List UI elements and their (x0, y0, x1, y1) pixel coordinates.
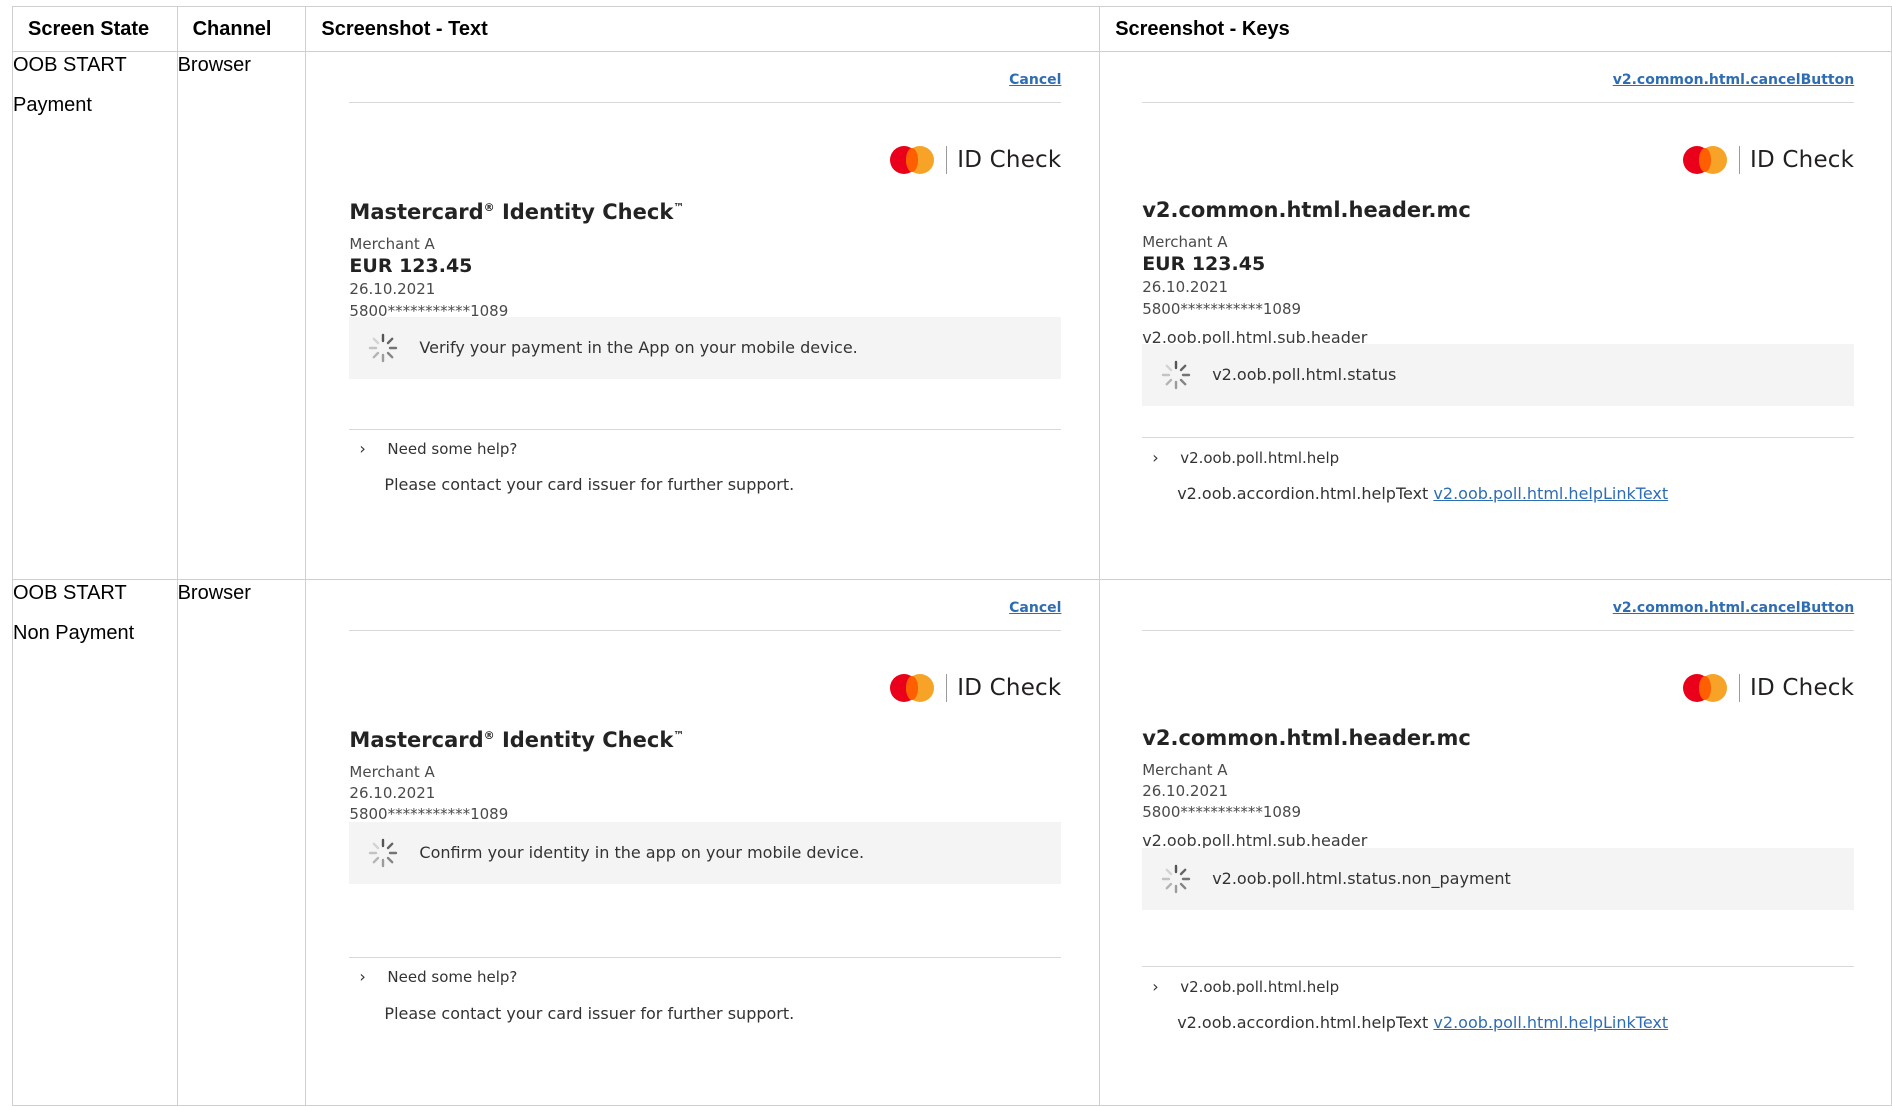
screenshot-text-cell: Cancel ID Check Mastercard® Identity Che… (305, 579, 1101, 1106)
brand-separator (946, 674, 948, 702)
help-text: v2.oob.accordion.html.helpText v2.oob.po… (1177, 484, 1669, 503)
brand-separator (946, 146, 948, 174)
status-box: v2.oob.poll.html.status.non_payment (1142, 848, 1855, 910)
id-check-label: ID Check (957, 675, 1062, 701)
mastercard-logo-icon (890, 674, 935, 702)
status-text: v2.oob.poll.html.status.non_payment (1212, 869, 1511, 888)
help-accordion-toggle[interactable]: › v2.oob.poll.html.help (1142, 977, 1339, 996)
id-check-brand: ID Check (1683, 144, 1854, 176)
acs-keys-panel: v2.common.html.cancelButton ID Check v2.… (1142, 52, 1855, 579)
spinner-icon (1161, 864, 1191, 894)
merchant-name: Merchant A (349, 235, 435, 253)
mastercard-logo-icon (890, 146, 935, 174)
id-check-label: ID Check (1750, 147, 1855, 173)
screenshot-text-cell: Cancel ID Check Mastercard® Identity Che… (305, 51, 1101, 580)
amount: EUR 123.45 (1142, 253, 1266, 275)
channel-cell: Browser (176, 579, 307, 1106)
help-link[interactable]: v2.oob.poll.html.helpLinkText (1433, 484, 1668, 503)
help-accordion-toggle[interactable]: › Need some help? (349, 967, 517, 986)
amount: EUR 123.45 (349, 255, 473, 277)
status-box: v2.oob.poll.html.status (1142, 344, 1855, 406)
divider (1142, 966, 1855, 967)
id-check-label: ID Check (957, 147, 1062, 173)
status-text: v2.oob.poll.html.status (1212, 365, 1397, 384)
chevron-right-icon: › (1152, 977, 1159, 996)
id-check-label: ID Check (1750, 675, 1855, 701)
help-label: v2.oob.poll.html.help (1180, 449, 1340, 467)
brand-separator (1739, 146, 1741, 174)
chevron-right-icon: › (359, 967, 366, 986)
header-screenshot-text: Screenshot - Text (305, 6, 1101, 52)
help-text: Please contact your card issuer for furt… (384, 1004, 795, 1023)
help-link[interactable]: v2.oob.poll.html.helpLinkText (1433, 1013, 1668, 1032)
screen-state-cell: OOB START Payment (12, 51, 178, 580)
header-screenshot-keys: Screenshot - Keys (1099, 6, 1892, 52)
spinner-icon (369, 333, 398, 363)
help-label: Need some help? (387, 968, 518, 986)
page-title: Mastercard® Identity Check™ (349, 200, 685, 224)
status-box: Confirm your identity in the app on your… (349, 822, 1062, 884)
transaction-date: 26.10.2021 (349, 280, 436, 298)
cancel-key-link[interactable]: v2.common.html.cancelButton (1613, 600, 1854, 616)
cancel-link[interactable]: Cancel (1009, 600, 1061, 616)
card-number: 5800***********1089 (1142, 803, 1302, 821)
acs-challenge-panel: Cancel ID Check Mastercard® Identity Che… (349, 580, 1062, 1105)
divider (349, 429, 1062, 430)
transaction-date: 26.10.2021 (1142, 782, 1229, 800)
mastercard-logo-icon (1683, 674, 1728, 702)
channel-cell: Browser (176, 51, 307, 580)
chevron-right-icon: › (1152, 448, 1159, 467)
divider (349, 102, 1062, 103)
status-text: Verify your payment in the App on your m… (419, 338, 858, 357)
card-number: 5800***********1089 (349, 805, 509, 823)
screen-state-line: OOB START (13, 54, 127, 76)
table-row: OOB START Non Payment Browser Cancel ID … (12, 579, 1892, 1106)
merchant-name: Merchant A (1142, 233, 1228, 251)
divider (349, 957, 1062, 958)
channel-value: Browser (177, 582, 251, 604)
help-accordion-toggle[interactable]: › Need some help? (349, 439, 517, 458)
acs-keys-panel: v2.common.html.cancelButton ID Check v2.… (1142, 580, 1855, 1105)
screenshot-keys-cell: v2.common.html.cancelButton ID Check v2.… (1099, 579, 1892, 1106)
mastercard-logo-icon (1683, 146, 1728, 174)
divider (1142, 437, 1855, 438)
help-accordion-toggle[interactable]: › v2.oob.poll.html.help (1142, 448, 1339, 467)
spinner-icon (369, 838, 398, 868)
page-title: Mastercard® Identity Check™ (349, 728, 685, 752)
acs-challenge-panel: Cancel ID Check Mastercard® Identity Che… (349, 52, 1062, 579)
spinner-icon (1161, 360, 1191, 390)
screen-state-table: Screen State Channel Screenshot - Text S… (12, 6, 1892, 1106)
card-number: 5800***********1089 (1142, 300, 1302, 318)
divider (1142, 630, 1855, 631)
help-text: Please contact your card issuer for furt… (384, 475, 795, 494)
table-row: OOB START Payment Browser Cancel ID Chec… (12, 51, 1892, 580)
page-title: v2.common.html.header.mc (1142, 198, 1471, 222)
transaction-date: 26.10.2021 (1142, 278, 1229, 296)
cancel-link[interactable]: Cancel (1009, 72, 1061, 88)
screenshot-keys-cell: v2.common.html.cancelButton ID Check v2.… (1099, 51, 1892, 580)
merchant-name: Merchant A (1142, 761, 1228, 779)
help-label: v2.oob.poll.html.help (1180, 978, 1340, 996)
id-check-brand: ID Check (890, 144, 1061, 176)
screen-state-cell: OOB START Non Payment (12, 579, 178, 1106)
screen-state-line: Non Payment (13, 622, 135, 644)
divider (349, 630, 1062, 631)
status-text: Confirm your identity in the app on your… (419, 843, 865, 862)
divider (1142, 102, 1855, 103)
status-box: Verify your payment in the App on your m… (349, 317, 1062, 379)
id-check-brand: ID Check (890, 672, 1061, 704)
transaction-date: 26.10.2021 (349, 784, 436, 802)
chevron-right-icon: › (359, 439, 366, 458)
brand-separator (1739, 674, 1741, 702)
help-label: Need some help? (387, 440, 518, 458)
channel-value: Browser (177, 54, 251, 76)
cancel-key-link[interactable]: v2.common.html.cancelButton (1613, 72, 1854, 88)
id-check-brand: ID Check (1683, 672, 1854, 704)
screen-state-line: Payment (13, 94, 92, 116)
screen-state-line: OOB START (13, 582, 127, 604)
help-text: v2.oob.accordion.html.helpText v2.oob.po… (1177, 1013, 1669, 1032)
merchant-name: Merchant A (349, 763, 435, 781)
page-title: v2.common.html.header.mc (1142, 726, 1471, 750)
